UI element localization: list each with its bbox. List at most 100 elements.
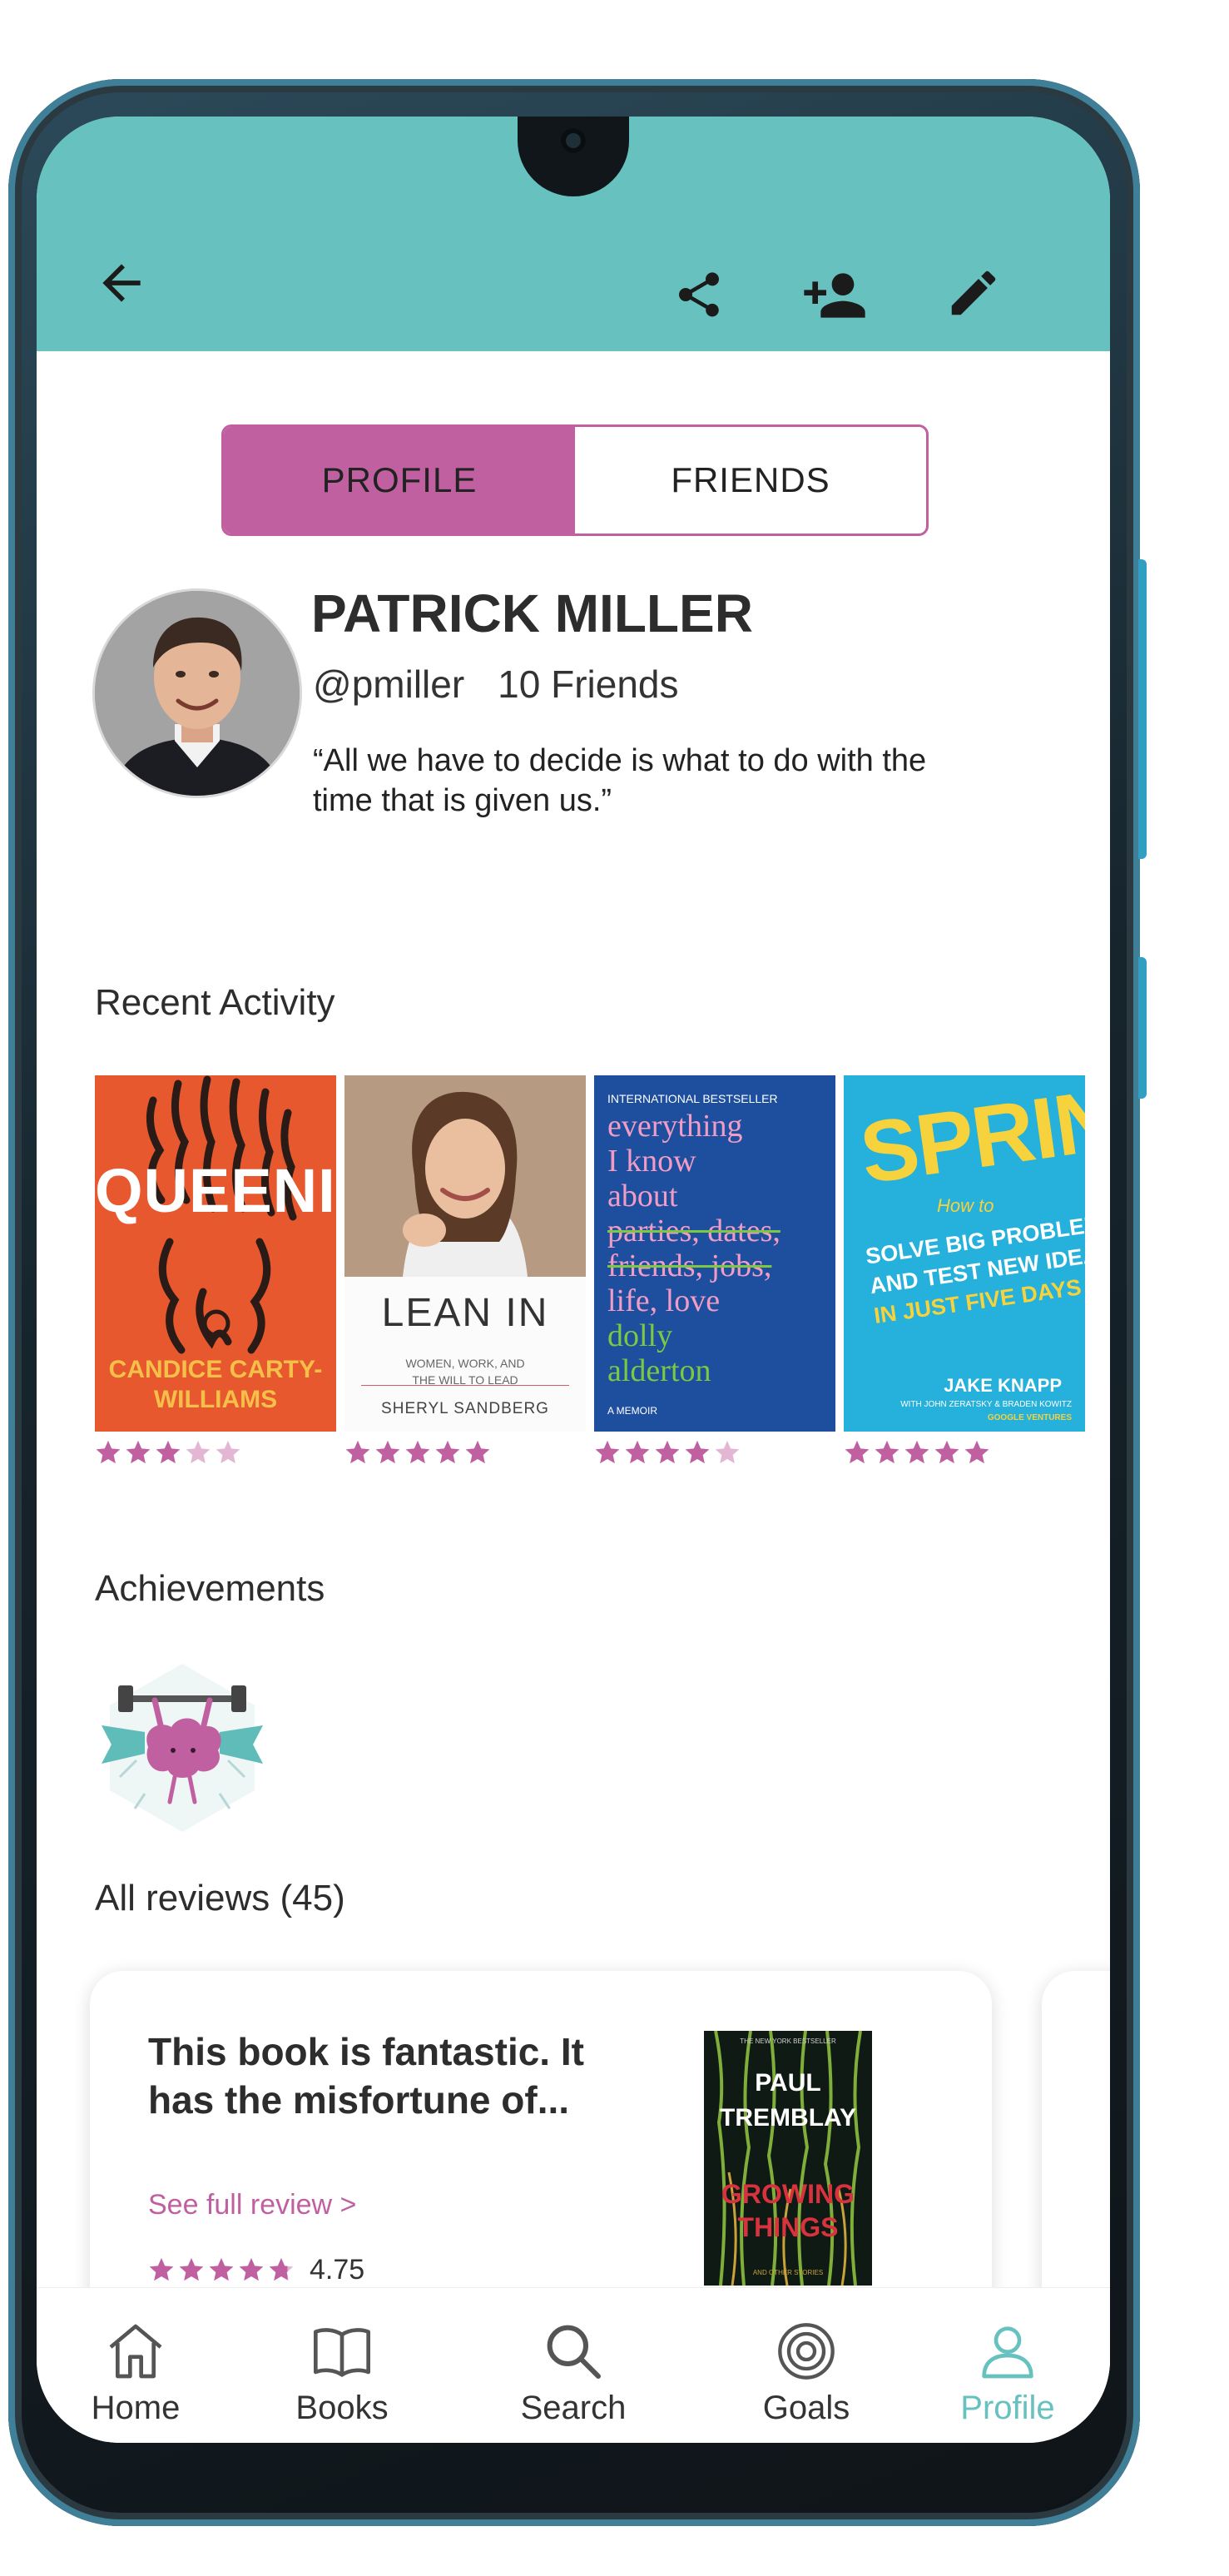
book-card[interactable]: QUEENIE CANDICE CARTY-WILLIAMS bbox=[95, 1075, 336, 1467]
star-filled bbox=[405, 1441, 430, 1464]
cover-banner: INTERNATIONAL BESTSELLER bbox=[607, 1092, 778, 1105]
book-card[interactable]: LEAN IN WOMEN, WORK, AND THE WILL TO LEA… bbox=[344, 1075, 586, 1467]
star-filled bbox=[375, 1441, 400, 1464]
book-title-line: I know bbox=[607, 1144, 696, 1179]
book-title: LEAN IN bbox=[381, 1291, 549, 1335]
nav-goals-label: Goals bbox=[762, 2390, 850, 2426]
star-filled bbox=[209, 2257, 234, 2281]
rating-stars bbox=[844, 1440, 1085, 1467]
cover-footer: A MEMOIR bbox=[607, 1405, 658, 1417]
rating-stars bbox=[344, 1440, 586, 1467]
book-cover: INTERNATIONAL BESTSELLER everything I kn… bbox=[594, 1075, 835, 1432]
book-title-line: parties, dates, bbox=[607, 1214, 781, 1248]
star-empty bbox=[715, 1441, 740, 1464]
cover-title-line: THINGS bbox=[737, 2212, 839, 2242]
nav-search[interactable]: Search bbox=[494, 2318, 652, 2427]
profile-name: PATRICK MILLER bbox=[311, 583, 753, 643]
review-rating: 4.75 bbox=[148, 2254, 364, 2286]
share-icon[interactable] bbox=[666, 261, 732, 328]
star-empty bbox=[216, 1441, 240, 1464]
rating-stars bbox=[149, 2257, 294, 2281]
star-filled bbox=[239, 2257, 264, 2281]
achievements-heading: Achievements bbox=[95, 1568, 325, 1609]
star-filled bbox=[96, 1441, 121, 1464]
book-card[interactable]: SPRINT How to SOLVE BIG PROBLEMS AND TES… bbox=[844, 1075, 1085, 1467]
nav-home[interactable]: Home bbox=[57, 2318, 215, 2427]
app-screen: PROFILE FRIENDS PATRICK MILLER @pmiller 1… bbox=[37, 117, 1110, 2443]
book-author: CANDICE CARTY-WILLIAMS bbox=[108, 1356, 323, 1413]
cover-title: GROWING THINGS bbox=[704, 2177, 872, 2244]
star-filled bbox=[149, 2257, 174, 2281]
nav-books-label: Books bbox=[295, 2390, 389, 2426]
star-filled bbox=[156, 1441, 181, 1464]
book-cover: SPRINT How to SOLVE BIG PROBLEMS AND TES… bbox=[844, 1075, 1085, 1432]
star-filled bbox=[875, 1441, 899, 1464]
star-filled bbox=[934, 1441, 959, 1464]
top-app-bar bbox=[37, 117, 1110, 351]
nav-books[interactable]: Books bbox=[263, 2318, 421, 2427]
review-rating-value: 4.75 bbox=[310, 2254, 365, 2286]
book-author-line: dolly bbox=[607, 1318, 673, 1353]
cover-tagline: SOLVE BIG PROBLEMS AND TEST NEW IDEAS IN… bbox=[864, 1209, 1085, 1331]
arrow-left-icon[interactable] bbox=[88, 250, 155, 316]
rating-stars bbox=[594, 1440, 835, 1467]
book-card[interactable]: INTERNATIONAL BESTSELLER everything I kn… bbox=[594, 1075, 835, 1467]
power-button bbox=[1138, 559, 1147, 859]
star-filled bbox=[179, 2257, 204, 2281]
cover-author-first: PAUL bbox=[755, 2069, 821, 2097]
volume-button bbox=[1138, 957, 1147, 1099]
profile-meta: @pmiller 10 Friends bbox=[313, 662, 679, 707]
book-cover: LEAN IN WOMEN, WORK, AND THE WILL TO LEA… bbox=[344, 1075, 586, 1432]
star-empty bbox=[186, 1441, 211, 1464]
book-title-line: about bbox=[607, 1179, 678, 1214]
nav-home-label: Home bbox=[91, 2390, 181, 2426]
profile-friends-toggle: PROFILE FRIENDS bbox=[221, 424, 929, 536]
brain-lifting-barbell-icon[interactable] bbox=[95, 1660, 270, 1835]
recent-activity-carousel: QUEENIE CANDICE CARTY-WILLIAMS LEAN IN W… bbox=[95, 1075, 1110, 1475]
star-filled bbox=[595, 1441, 620, 1464]
review-book-cover: THE NEW YORK BESTSELLER PAUL TREMBLAY GR… bbox=[704, 2031, 872, 2286]
cover-top-line: THE NEW YORK BESTSELLER bbox=[740, 2037, 836, 2045]
book-title-line: everything bbox=[607, 1109, 743, 1144]
book-title: QUEENIE bbox=[95, 1156, 336, 1225]
pencil-icon[interactable] bbox=[940, 260, 1007, 326]
star-filled bbox=[964, 1441, 989, 1464]
bottom-navigation: Home Books Search Goals Profile bbox=[37, 2287, 1110, 2443]
book-author: JAKE KNAPP bbox=[944, 1375, 1062, 1396]
book-author: SHERYL SANDBERG bbox=[381, 1400, 549, 1417]
cover-coauthors: WITH JOHN ZERATSKY & BRADEN KOWITZ bbox=[900, 1400, 1072, 1409]
rating-stars bbox=[95, 1440, 336, 1467]
friends-count-link[interactable]: 10 Friends bbox=[498, 663, 678, 706]
book-cover: QUEENIE CANDICE CARTY-WILLIAMS bbox=[95, 1075, 336, 1432]
profile-handle: @pmiller bbox=[313, 663, 465, 706]
cover-publisher: GOOGLE VENTURES bbox=[987, 1413, 1072, 1422]
star-filled bbox=[685, 1441, 710, 1464]
book-subtitle: WOMEN, WORK, AND THE WILL TO LEAD bbox=[405, 1357, 525, 1387]
cover-author-last: TREMBLAY bbox=[720, 2104, 856, 2132]
book-author-line: alderton bbox=[607, 1353, 711, 1388]
bottom-bezel bbox=[37, 2443, 1110, 2494]
nav-goals[interactable]: Goals bbox=[727, 2318, 885, 2427]
star-filled bbox=[845, 1441, 870, 1464]
camera-notch bbox=[518, 117, 629, 196]
profile-quote: “All we have to decide is what to do wit… bbox=[313, 743, 927, 818]
recent-activity-heading: Recent Activity bbox=[95, 982, 335, 1023]
review-excerpt: This book is fantastic. It has the misfo… bbox=[148, 2030, 584, 2122]
cover-tagline: AND OTHER STORIES bbox=[752, 2269, 824, 2276]
star-filled bbox=[435, 1441, 460, 1464]
nav-profile[interactable]: Profile bbox=[929, 2318, 1087, 2427]
target-icon bbox=[778, 2323, 835, 2380]
cover-title-line: GROWING bbox=[721, 2179, 855, 2209]
person-icon bbox=[982, 2326, 1033, 2379]
nav-search-label: Search bbox=[520, 2390, 627, 2426]
person-add-icon[interactable] bbox=[799, 260, 870, 331]
star-filled bbox=[625, 1441, 650, 1464]
all-reviews-heading[interactable]: All reviews (45) bbox=[95, 1878, 345, 1919]
see-full-review-link[interactable]: See full review > bbox=[148, 2189, 356, 2221]
star-filled bbox=[655, 1441, 680, 1464]
cover-kicker: How to bbox=[937, 1195, 994, 1216]
tab-friends[interactable]: FRIENDS bbox=[575, 427, 926, 534]
star-filled bbox=[465, 1441, 490, 1464]
star-filled bbox=[126, 1441, 151, 1464]
tab-profile[interactable]: PROFILE bbox=[224, 427, 575, 534]
